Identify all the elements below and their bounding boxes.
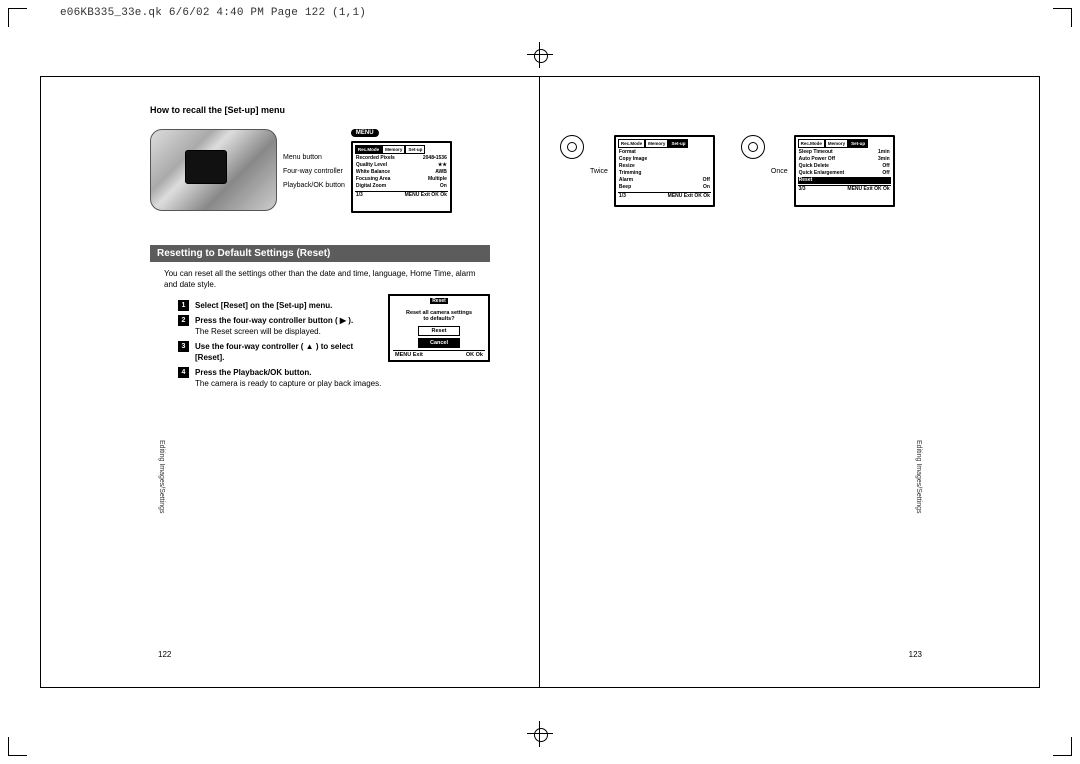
lcd-screen-setup-3: Rec.ModeMemorySet-upSleep Timeout1minAut… — [794, 135, 895, 207]
menu-badge: MENU — [351, 129, 379, 137]
step-number: 2 — [178, 315, 189, 326]
step-item: 2Press the four-way controller button ( … — [178, 315, 382, 337]
step-number: 3 — [178, 341, 189, 352]
side-tab-right: Editing Images/Settings — [915, 440, 922, 514]
step-number: 4 — [178, 367, 189, 378]
reset-lcd-header: Reset — [430, 298, 448, 304]
crop-mark — [1053, 737, 1072, 756]
menu-badge-col: MENU Rec.ModeMemorySet-upRecorded Pixels… — [351, 129, 452, 213]
camera-diagram-row: Menu button Four-way controller Playback… — [150, 129, 490, 213]
registration-mark — [530, 724, 550, 744]
step-number: 1 — [178, 300, 189, 311]
section-heading: How to recall the [Set-up] menu — [150, 105, 490, 115]
lcd-screen-setup-1: Rec.ModeMemorySet-upFormatCopy ImageResi… — [614, 135, 715, 207]
trim-line — [1039, 76, 1040, 688]
lcd-screen-recmode: Rec.ModeMemorySet-upRecorded Pixels2048•… — [351, 141, 452, 213]
page-spread: e06KB335_33e.qk 6/6/02 4:40 PM Page 122 … — [0, 0, 1080, 764]
step-item: 1Select [Reset] on the [Set-up] menu. — [178, 300, 382, 311]
step-item: 4Press the Playback/OK button.The camera… — [178, 367, 490, 389]
intro-text: You can reset all the settings other tha… — [150, 268, 490, 290]
nav-label-once: Once — [771, 168, 788, 175]
trim-line — [40, 76, 1040, 77]
right-top-row: Twice Rec.ModeMemorySet-upFormatCopy Ima… — [560, 135, 900, 207]
side-tab-left: Editing Images/Settings — [158, 440, 165, 514]
reset-confirm-lcd: Reset Reset all camera settings to defau… — [388, 294, 490, 362]
reset-option-reset: Reset — [418, 326, 460, 336]
registration-mark — [530, 45, 550, 65]
crop-mark — [8, 737, 27, 756]
left-page: How to recall the [Set-up] menu Menu but… — [150, 105, 490, 393]
crop-mark — [1053, 8, 1072, 27]
crop-mark — [8, 8, 27, 27]
page-number-left: 122 — [158, 650, 171, 659]
nav-label-twice: Twice — [590, 168, 608, 175]
label-menu-button: Menu button — [283, 151, 345, 165]
spine-line — [539, 76, 540, 688]
reset-lcd-footer: MENU Exit OK Ok — [393, 350, 485, 358]
reset-msg-2: to defaults? — [393, 316, 485, 322]
section-title-bar: Resetting to Default Settings (Reset) — [150, 245, 490, 262]
page-number-right: 123 — [909, 650, 922, 659]
reset-option-cancel: Cancel — [418, 338, 460, 348]
slug-line: e06KB335_33e.qk 6/6/02 4:40 PM Page 122 … — [60, 7, 366, 19]
step-item: 3Use the four-way controller ( ▲ ) to se… — [178, 341, 382, 363]
label-playback-ok: Playback/OK button — [283, 179, 345, 193]
label-fourway: Four-way controller — [283, 165, 345, 179]
fourway-icon — [560, 135, 584, 159]
right-page: Twice Rec.ModeMemorySet-upFormatCopy Ima… — [560, 135, 900, 207]
camera-labels: Menu button Four-way controller Playback… — [283, 151, 345, 193]
trim-line — [40, 76, 41, 688]
camera-illustration — [150, 129, 277, 211]
fourway-icon — [741, 135, 765, 159]
trim-line — [40, 687, 1040, 688]
